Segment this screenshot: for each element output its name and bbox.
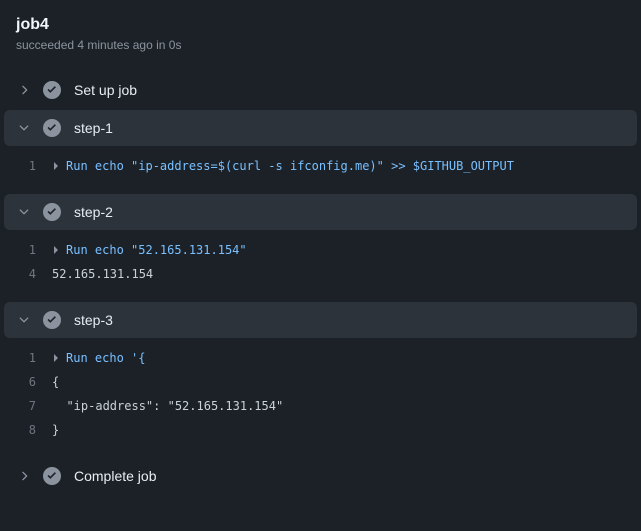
check-circle-icon: [42, 310, 62, 330]
step: step-31Run echo '{6{7 "ip-address": "52.…: [4, 302, 637, 456]
step: step-21Run echo "52.165.131.154"452.165.…: [4, 194, 637, 300]
log-line[interactable]: 8}: [4, 418, 637, 442]
chevron-down-icon: [16, 204, 32, 220]
step-header[interactable]: step-3: [4, 302, 637, 338]
log-output: 1Run echo '{6{7 "ip-address": "52.165.13…: [4, 338, 637, 456]
step-name: step-3: [74, 312, 113, 328]
chevron-right-icon: [16, 82, 32, 98]
job-title: job4: [16, 16, 625, 34]
step-name: step-2: [74, 204, 113, 220]
job-header: job4 succeeded 4 minutes ago in 0s: [0, 0, 641, 72]
step-header[interactable]: Set up job: [4, 72, 637, 108]
log-line[interactable]: 1 Run echo "52.165.131.154": [4, 238, 637, 262]
check-circle-icon: [42, 202, 62, 222]
line-number: 8: [4, 420, 52, 440]
chevron-down-icon: [16, 312, 32, 328]
chevron-down-icon: [16, 120, 32, 136]
step: Set up job: [4, 72, 637, 108]
line-number: 1: [4, 240, 52, 260]
chevron-right-icon: [16, 468, 32, 484]
line-content: 52.165.131.154: [52, 264, 153, 284]
check-circle-icon: [42, 80, 62, 100]
log-line[interactable]: 7 "ip-address": "52.165.131.154": [4, 394, 637, 418]
line-content: Run echo '{: [66, 348, 145, 368]
step: step-1 1 Run echo "ip-address=$(curl -s if…: [4, 110, 637, 192]
step-name: Complete job: [74, 468, 157, 484]
line-number: 7: [4, 396, 52, 416]
line-number: 4: [4, 264, 52, 284]
step-header[interactable]: step-2: [4, 194, 637, 230]
line-number: 1: [4, 156, 52, 176]
log-line[interactable]: 6{: [4, 370, 637, 394]
line-content: {: [52, 372, 59, 392]
step-header[interactable]: step-1: [4, 110, 637, 146]
step-header[interactable]: Complete job: [4, 458, 637, 494]
log-line[interactable]: 452.165.131.154: [4, 262, 637, 286]
line-content: "ip-address": "52.165.131.154": [52, 396, 283, 416]
step-name: Set up job: [74, 82, 137, 98]
log-output: 1 Run echo "ip-address=$(curl -s ifconfig…: [4, 146, 637, 192]
check-circle-icon: [42, 466, 62, 486]
job-status: succeeded 4 minutes ago in 0s: [16, 38, 625, 52]
line-number: 6: [4, 372, 52, 392]
step-list: Set up job step-1 1 Run echo "ip-address=$(…: [0, 72, 641, 494]
check-circle-icon: [42, 118, 62, 138]
line-content: Run echo "ip-address=$(curl -s ifconfig.…: [66, 156, 514, 176]
caret-right-icon[interactable]: [52, 348, 60, 368]
line-number: 1: [4, 348, 52, 368]
caret-right-icon[interactable]: [52, 240, 60, 260]
log-line[interactable]: 1 Run echo '{: [4, 346, 637, 370]
line-content: }: [52, 420, 59, 440]
log-output: 1Run echo "52.165.131.154"452.165.131.15…: [4, 230, 637, 300]
step-name: step-1: [74, 120, 113, 136]
caret-right-icon[interactable]: [52, 156, 60, 176]
step: Complete job: [4, 458, 637, 494]
line-content: Run echo "52.165.131.154": [66, 240, 247, 260]
log-line[interactable]: 1 Run echo "ip-address=$(curl -s ifconfig…: [4, 154, 637, 178]
